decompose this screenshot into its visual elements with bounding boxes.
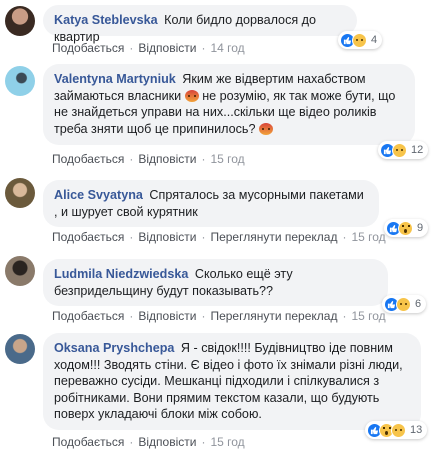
comment-author[interactable]: Valentyna Martyniuk	[54, 72, 176, 86]
like-link[interactable]: Подобається	[52, 41, 124, 55]
sad-reaction-icon	[392, 142, 407, 158]
avatar[interactable]	[5, 178, 35, 208]
comment-bubble: Katya Steblevska Коли бидло дорвалося до…	[43, 5, 357, 44]
comment-author[interactable]: Alice Svyatyna	[54, 188, 143, 202]
sad-reaction-icon	[391, 422, 406, 438]
reaction-summary[interactable]: 6	[382, 295, 427, 313]
separator: ·	[201, 230, 206, 244]
reaction-count: 13	[410, 424, 423, 436]
separator: ·	[342, 230, 347, 244]
reply-link[interactable]: Відповісти	[138, 435, 196, 449]
reaction-count: 9	[417, 222, 424, 234]
reaction-count: 4	[371, 34, 378, 46]
comment-bubble: Alice Svyatyna Спряталось за мусорными п…	[43, 180, 379, 227]
reply-link[interactable]: Відповісти	[138, 309, 196, 323]
separator: ·	[129, 309, 134, 323]
see-translation-link[interactable]: Переглянути переклад	[210, 309, 337, 323]
separator: ·	[201, 152, 206, 166]
separator: ·	[129, 41, 134, 55]
avatar[interactable]	[5, 256, 35, 286]
like-link[interactable]: Подобається	[52, 309, 124, 323]
angry-face-emoji-icon	[184, 89, 199, 102]
separator: ·	[201, 41, 206, 55]
reply-link[interactable]: Відповісти	[138, 230, 196, 244]
timestamp[interactable]: 15 год	[351, 230, 385, 244]
comment-bubble: Oksana Pryshchepa Я - свідок!!!! Будівни…	[43, 333, 421, 430]
avatar[interactable]	[5, 334, 35, 364]
reaction-count: 12	[411, 144, 424, 156]
comment-author[interactable]: Katya Steblevska	[54, 13, 158, 27]
reply-link[interactable]: Відповісти	[138, 41, 196, 55]
reply-link[interactable]: Відповісти	[138, 152, 196, 166]
comment-actions: Подобається · Відповісти · 14 год	[52, 41, 245, 55]
see-translation-link[interactable]: Переглянути переклад	[210, 230, 337, 244]
reaction-summary[interactable]: 9	[384, 219, 429, 237]
comment-author[interactable]: Oksana Pryshchepa	[54, 341, 174, 355]
reaction-summary[interactable]: 13	[365, 421, 428, 439]
separator: ·	[129, 435, 134, 449]
comment-bubble: Valentyna Martyniuk Яким же відвертим на…	[43, 64, 415, 145]
comment-actions: Подобається · Відповісти · 15 год	[52, 152, 245, 166]
like-link[interactable]: Подобається	[52, 230, 124, 244]
separator: ·	[201, 309, 206, 323]
timestamp[interactable]: 15 год	[351, 309, 385, 323]
comment-oksana: Oksana Pryshchepa Я - свідок!!!! Будівни…	[0, 328, 447, 454]
comment-author[interactable]: Ludmila Niedzwiedska	[54, 267, 188, 281]
comment-actions: Подобається · Відповісти · 15 год	[52, 435, 245, 449]
like-link[interactable]: Подобається	[52, 435, 124, 449]
comment-bubble: Ludmila Niedzwiedska Сколько ещё эту без…	[43, 259, 388, 306]
comment-actions: Подобається · Відповісти · Переглянути перек…	[52, 230, 386, 244]
reaction-count: 6	[415, 298, 422, 310]
wow-reaction-icon	[398, 220, 413, 236]
sad-reaction-icon	[396, 296, 411, 312]
comment-actions: Подобається · Відповісти · Переглянути перек…	[52, 309, 386, 323]
avatar[interactable]	[5, 6, 35, 36]
separator: ·	[342, 309, 347, 323]
separator: ·	[129, 230, 134, 244]
reaction-summary[interactable]: 4	[338, 31, 383, 49]
sad-reaction-icon	[352, 32, 367, 48]
comment-ludmila: Ludmila Niedzwiedska Сколько ещё эту без…	[0, 250, 447, 323]
separator: ·	[201, 435, 206, 449]
timestamp[interactable]: 14 год	[210, 41, 244, 55]
angry-face-emoji-icon	[258, 122, 273, 135]
timestamp[interactable]: 15 год	[210, 435, 244, 449]
comment-alice: Alice Svyatyna Спряталось за мусорными п…	[0, 172, 447, 244]
timestamp[interactable]: 15 год	[210, 152, 244, 166]
separator: ·	[129, 152, 134, 166]
comment-valentyna: Valentyna Martyniuk Яким же відвертим на…	[0, 60, 447, 172]
reaction-summary[interactable]: 12	[378, 141, 429, 159]
like-link[interactable]: Подобається	[52, 152, 124, 166]
comment-katya: Katya Steblevska Коли бидло дорвалося до…	[0, 0, 447, 60]
avatar[interactable]	[5, 66, 35, 96]
